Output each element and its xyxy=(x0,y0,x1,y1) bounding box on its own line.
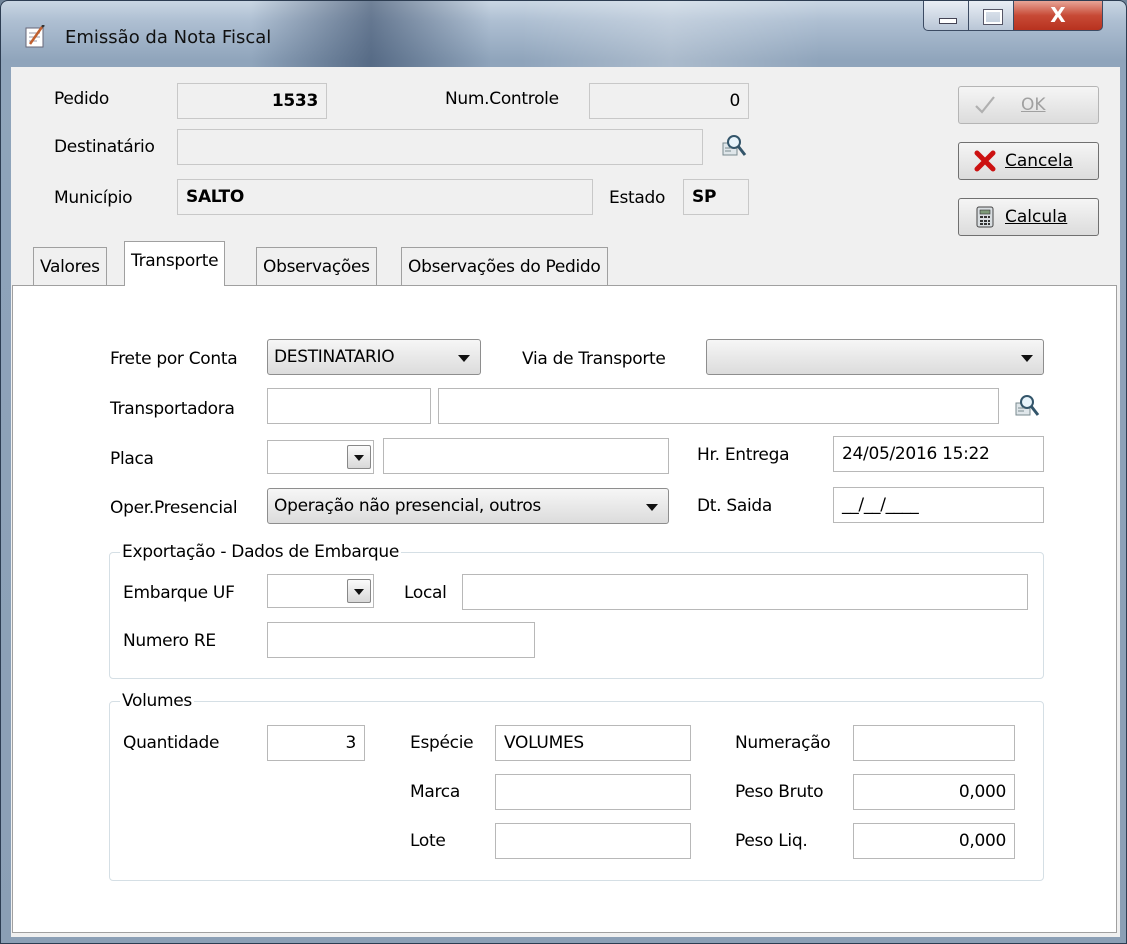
hr-entrega-field[interactable]: 24/05/2016 15:22 xyxy=(833,436,1044,472)
chevron-down-icon xyxy=(354,589,364,595)
tab-transporte[interactable]: Transporte xyxy=(124,241,226,286)
especie-label: Espécie xyxy=(410,733,474,753)
oper-presencial-select[interactable]: Operação não presencial, outros xyxy=(267,488,669,524)
hr-entrega-label: Hr. Entrega xyxy=(697,445,790,465)
placa-uf-dropdown[interactable] xyxy=(267,440,374,474)
pedido-field[interactable]: 1533 xyxy=(177,83,327,119)
local-field[interactable] xyxy=(462,574,1028,610)
client-area: Pedido 1533 Num.Controle 0 Destinatário … xyxy=(11,67,1120,937)
embarque-uf-dropdown[interactable] xyxy=(267,574,374,608)
quantidade-field[interactable]: 3 xyxy=(267,725,365,761)
window: Emissão da Nota Fiscal X Pedido 1533 Num… xyxy=(0,0,1127,944)
dropdown-button[interactable] xyxy=(347,445,371,469)
calculator-icon xyxy=(976,206,994,228)
estado-field[interactable]: SP xyxy=(683,179,749,215)
placa-field[interactable] xyxy=(383,438,669,474)
magnifier-lookup-icon[interactable] xyxy=(1014,393,1040,419)
chevron-down-icon xyxy=(354,455,364,461)
oper-presencial-value: Operação não presencial, outros xyxy=(274,496,541,516)
ok-label: OK xyxy=(1021,95,1046,115)
transportadora-code-field[interactable] xyxy=(267,388,431,424)
frete-por-conta-label: Frete por Conta xyxy=(110,349,238,369)
frete-por-conta-select[interactable]: DESTINATARIO xyxy=(267,339,481,375)
minimize-icon xyxy=(939,18,957,24)
window-title: Emissão da Nota Fiscal xyxy=(65,27,272,48)
oper-presencial-label: Oper.Presencial xyxy=(110,498,238,518)
calcula-label: Calcula xyxy=(1005,207,1068,227)
marca-label: Marca xyxy=(410,782,460,802)
transportadora-name-field[interactable] xyxy=(438,388,999,424)
numero-re-field[interactable] xyxy=(267,622,535,658)
tab-valores[interactable]: Valores xyxy=(33,247,107,285)
num-controle-label: Num.Controle xyxy=(445,89,559,109)
checkmark-icon xyxy=(975,96,995,114)
peso-bruto-field[interactable]: 0,000 xyxy=(853,774,1015,810)
destinatario-label: Destinatário xyxy=(54,137,155,157)
dropdown-button[interactable] xyxy=(347,579,371,603)
num-controle-field[interactable]: 0 xyxy=(589,83,749,119)
quantidade-label: Quantidade xyxy=(123,733,220,753)
chevron-down-icon xyxy=(458,355,470,362)
peso-bruto-label: Peso Bruto xyxy=(735,782,824,802)
transporte-tab-page: Frete por Conta DESTINATARIO Via de Tran… xyxy=(12,285,1117,933)
embarque-uf-label: Embarque UF xyxy=(123,583,235,603)
close-icon: X xyxy=(1050,3,1066,27)
cancela-label: Cancela xyxy=(1005,151,1074,171)
especie-field[interactable]: VOLUMES xyxy=(495,725,691,761)
magnifier-lookup-icon[interactable] xyxy=(721,133,747,159)
ok-button[interactable]: OK xyxy=(958,86,1099,124)
minimize-button[interactable] xyxy=(923,1,969,31)
numero-re-label: Numero RE xyxy=(123,631,216,651)
tab-observacoes-do-pedido[interactable]: Observações do Pedido xyxy=(401,247,608,285)
red-x-icon xyxy=(974,150,996,172)
numeracao-label: Numeração xyxy=(735,733,831,753)
pedido-label: Pedido xyxy=(54,89,110,109)
numeracao-field[interactable] xyxy=(853,725,1015,761)
dt-saida-label: Dt. Saida xyxy=(697,496,773,516)
tab-observacoes[interactable]: Observações xyxy=(256,247,377,285)
exportacao-group: Exportação - Dados de Embarque xyxy=(109,542,1044,679)
volumes-legend: Volumes xyxy=(122,691,192,711)
estado-label: Estado xyxy=(609,188,666,208)
via-transporte-select[interactable] xyxy=(706,339,1044,375)
lote-label: Lote xyxy=(410,831,446,851)
cancela-button[interactable]: Cancela xyxy=(958,142,1099,180)
maximize-icon xyxy=(983,9,1003,25)
exportacao-legend: Exportação - Dados de Embarque xyxy=(122,542,400,562)
marca-field[interactable] xyxy=(495,774,691,810)
local-label: Local xyxy=(404,583,447,603)
maximize-button[interactable] xyxy=(968,1,1014,31)
lote-field[interactable] xyxy=(495,823,691,859)
placa-label: Placa xyxy=(110,449,154,469)
peso-liq-field[interactable]: 0,000 xyxy=(853,823,1015,859)
peso-liq-label: Peso Liq. xyxy=(735,831,808,851)
chevron-down-icon xyxy=(646,504,658,511)
transportadora-label: Transportadora xyxy=(110,399,235,419)
municipio-field[interactable]: SALTO xyxy=(177,179,593,215)
destinatario-field[interactable] xyxy=(177,129,703,165)
chevron-down-icon xyxy=(1021,355,1033,362)
frete-por-conta-value: DESTINATARIO xyxy=(274,347,395,367)
calcula-button[interactable]: Calcula xyxy=(958,198,1099,236)
dt-saida-field[interactable]: __/__/____ xyxy=(833,487,1044,523)
via-transporte-label: Via de Transporte xyxy=(522,349,666,369)
municipio-label: Município xyxy=(54,188,133,208)
close-button[interactable]: X xyxy=(1013,1,1103,31)
notepad-icon xyxy=(25,25,45,48)
